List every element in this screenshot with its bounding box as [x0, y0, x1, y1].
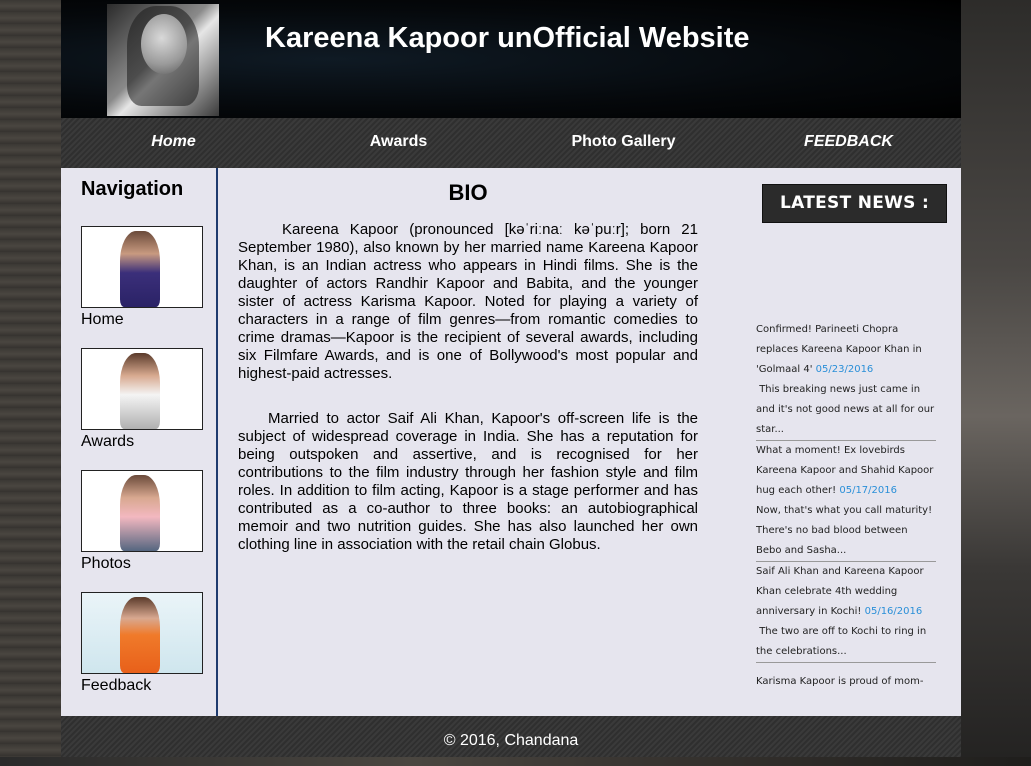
news-list: Confirmed! Parineeti Chopra replaces Kar…	[756, 320, 936, 700]
nav-awards[interactable]: Awards	[286, 118, 511, 168]
sidebar-item-feedback[interactable]: Feedback	[81, 677, 151, 695]
news-item[interactable]: What a moment! Ex lovebirds Kareena Kapo…	[756, 441, 936, 562]
news-summary: This breaking news just came in and it's…	[756, 384, 935, 435]
sidebar-thumb-home[interactable]	[81, 226, 203, 308]
sidebar-item-photos[interactable]: Photos	[81, 555, 131, 573]
sidebar-navigation: Navigation Home Awards Photos Feedback	[61, 168, 218, 716]
bio-paragraph: Married to actor Saif Ali Khan, Kapoor's…	[238, 410, 698, 553]
header-portrait-image	[107, 4, 219, 116]
sidebar-thumb-photos[interactable]	[81, 470, 203, 552]
nav-feedback[interactable]: FEEDBACK	[736, 118, 961, 168]
thumb-figure	[120, 597, 160, 673]
bio-paragraph: Kareena Kapoor (pronounced [kəˈriːnaː kə…	[238, 221, 698, 382]
news-item[interactable]: Saif Ali Khan and Kareena Kapoor Khan ce…	[756, 562, 936, 663]
sidebar-heading: Navigation	[81, 178, 184, 200]
thumb-figure	[120, 353, 160, 429]
news-date: 05/17/2016	[839, 485, 897, 496]
site-title: Kareena Kapoor unOfficial Website	[265, 22, 750, 54]
news-item[interactable]: Confirmed! Parineeti Chopra replaces Kar…	[756, 320, 936, 441]
page-background-left	[0, 0, 61, 757]
sidebar-thumb-awards[interactable]	[81, 348, 203, 430]
portrait-face-shape	[141, 14, 187, 74]
latest-news-heading: LATEST NEWS :	[762, 184, 947, 223]
thumb-figure	[120, 475, 160, 551]
news-summary: The two are off to Kochi to ring in the …	[756, 626, 927, 657]
nav-home[interactable]: Home	[61, 118, 286, 168]
sidebar-item-awards[interactable]: Awards	[81, 433, 134, 451]
news-summary: Now, that's what you call maturity! Ther…	[756, 505, 933, 556]
main-content-area: Navigation Home Awards Photos Feedback B…	[61, 168, 961, 716]
sidebar-thumb-feedback[interactable]	[81, 592, 203, 674]
news-date: 05/16/2016	[864, 606, 923, 617]
site-footer: © 2016, Chandana	[61, 716, 961, 757]
news-item[interactable]: Karisma Kapoor is proud of mom-	[756, 663, 936, 692]
top-navbar: Home Awards Photo Gallery FEEDBACK	[61, 118, 961, 168]
news-column: LATEST NEWS : Confirmed! Parineeti Chopr…	[756, 168, 961, 716]
page-background-right	[961, 0, 1031, 757]
nav-photo-gallery[interactable]: Photo Gallery	[511, 118, 736, 168]
bio-title: BIO	[448, 180, 488, 205]
news-date: 05/23/2016	[815, 364, 874, 375]
news-headline[interactable]: Karisma Kapoor is proud of mom-	[756, 676, 923, 687]
sidebar-item-home[interactable]: Home	[81, 311, 124, 329]
site-header: Kareena Kapoor unOfficial Website	[61, 0, 961, 118]
page-container: Kareena Kapoor unOfficial Website Home A…	[61, 0, 961, 757]
thumb-figure	[120, 231, 160, 307]
